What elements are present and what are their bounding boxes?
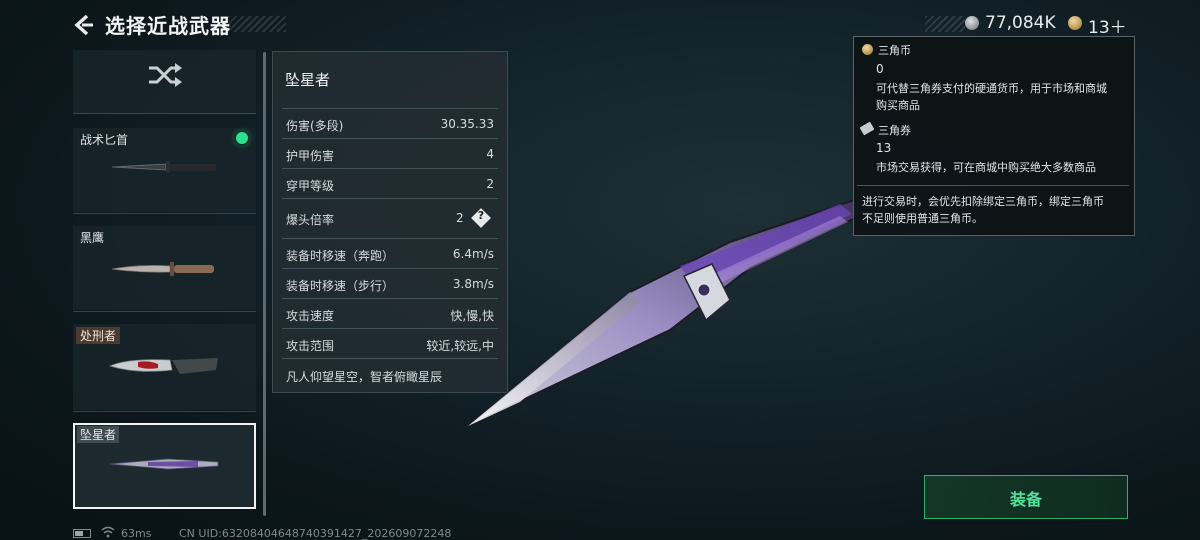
stat-label: 攻击速度 — [286, 309, 335, 323]
coin1-balance[interactable]: 77,084K — [985, 13, 1056, 33]
stat-label: 穿甲等级 — [286, 179, 335, 193]
stat-label: 攻击范围 — [286, 339, 335, 353]
equipped-indicator — [236, 132, 248, 144]
weapon-name: 黑鹰 — [80, 231, 105, 245]
stat-divider — [282, 168, 498, 169]
tooltip-coin1-amount: 0 — [876, 62, 884, 76]
divider — [73, 213, 256, 214]
gold-coin-icon[interactable] — [1068, 16, 1082, 30]
list-scrollbar[interactable] — [263, 52, 266, 516]
weapon-name: 战术匕首 — [80, 133, 129, 147]
stat-value: 30.35.33 — [440, 117, 494, 131]
tooltip-coin2-name: 三角券 — [878, 124, 911, 137]
black-hawk-knife-image — [111, 262, 214, 276]
executioner-knife-image — [108, 358, 218, 374]
tooltip-coin2-amount: 13 — [876, 141, 892, 155]
stat-label: 伤害(多段) — [286, 119, 344, 133]
silver-coin-icon[interactable] — [965, 16, 979, 30]
tooltip-coin1-desc: 购买商品 — [876, 99, 920, 112]
star-faller-knife-image — [109, 458, 219, 470]
tooltip-note: 进行交易时，会优先扣除绑定三角币，绑定三角币 — [862, 195, 1104, 208]
page-title: 选择近战武器 — [105, 14, 231, 38]
back-arrow-icon[interactable] — [72, 13, 96, 37]
stat-label: 装备时移速（步行） — [286, 279, 395, 293]
divider — [73, 311, 256, 312]
coin-icon — [862, 44, 873, 55]
stat-value: 4 — [486, 147, 494, 161]
user-uid: CN UID:63208404648740391427_202609072248 — [179, 527, 452, 540]
weapon-name: 坠星者 — [77, 426, 120, 443]
ping-readout: 63ms — [121, 527, 152, 540]
tooltip-divider — [857, 185, 1129, 186]
weapon-motto: 凡人仰望星空，智者俯瞰星辰 — [286, 370, 443, 384]
star-faller-weapon-render — [467, 196, 874, 427]
stat-divider — [282, 108, 498, 109]
battery-level — [75, 531, 83, 536]
tooltip-coin2-desc: 市场交易获得，可在商城中购买绝大多数商品 — [876, 161, 1096, 174]
tooltip-coin1-name: 三角币 — [878, 44, 911, 57]
currency-decoration — [925, 16, 965, 32]
title-decoration — [228, 16, 286, 32]
tactical-dagger-image — [111, 161, 216, 173]
tooltip-note: 不足则使用普通三角币。 — [862, 212, 983, 225]
stat-label: 爆头倍率 — [286, 213, 335, 227]
coin2-balance[interactable]: 13＋ — [1088, 13, 1127, 38]
stat-label: 装备时移速（奔跑） — [286, 249, 395, 263]
tooltip-coin1-desc: 可代替三角券支付的硬通货币，用于市场和商城 — [876, 82, 1107, 95]
stat-divider — [282, 138, 498, 139]
equip-button-label[interactable]: 装备 — [924, 486, 1128, 510]
shuffle-icon[interactable] — [146, 62, 184, 88]
divider — [73, 411, 256, 412]
weapon-name: 处刑者 — [76, 327, 121, 344]
stat-label: 护甲伤害 — [286, 149, 335, 163]
wifi-icon — [101, 526, 115, 538]
weapon-title: 坠星者 — [285, 71, 331, 89]
